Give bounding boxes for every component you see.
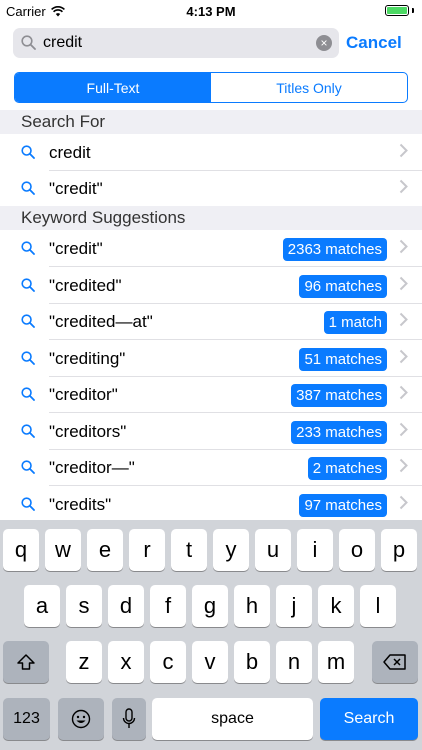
chevron-right-icon [399, 422, 408, 437]
search-for-row[interactable]: "credit" [0, 170, 422, 207]
search-for-label: "credit" [49, 179, 103, 198]
keyboard: q w e r t y u i o p a s d f g h j k l z … [0, 520, 422, 750]
suggestion-row[interactable]: "credited—at" 1 match [0, 303, 422, 340]
chevron-right-icon [399, 495, 408, 510]
suggestion-label: "credit" [49, 239, 103, 258]
suggestion-label: "creditors" [49, 422, 127, 441]
search-icon [21, 351, 35, 365]
search-icon [21, 35, 36, 50]
suggestion-row[interactable]: "credits" 97 matches [0, 486, 422, 523]
search-icon [21, 181, 35, 195]
match-count-badge: 97 matches [299, 494, 387, 517]
chevron-right-icon [399, 179, 408, 194]
chevron-right-icon [399, 349, 408, 364]
key-s[interactable]: s [66, 585, 102, 627]
section-header-search-for: Search For [0, 110, 422, 134]
segment-titles-only[interactable]: Titles Only [211, 73, 407, 102]
suggestion-label: "credited—at" [49, 312, 153, 331]
key-x[interactable]: x [108, 641, 144, 683]
key-l[interactable]: l [360, 585, 396, 627]
key-v[interactable]: v [192, 641, 228, 683]
suggestion-row[interactable]: "creditor—" 2 matches [0, 449, 422, 486]
key-c[interactable]: c [150, 641, 186, 683]
search-icon [21, 424, 35, 438]
emoji-icon [71, 709, 91, 729]
delete-key[interactable] [372, 641, 418, 683]
key-d[interactable]: d [108, 585, 144, 627]
chevron-right-icon [399, 458, 408, 473]
match-count-badge: 96 matches [299, 275, 387, 298]
match-count-badge: 387 matches [291, 384, 387, 407]
search-for-row[interactable]: credit [0, 134, 422, 171]
key-r[interactable]: r [129, 529, 165, 571]
suggestion-label: "crediting" [49, 349, 126, 368]
search-icon [21, 241, 35, 255]
clear-icon[interactable]: × [316, 35, 332, 51]
key-p[interactable]: p [381, 529, 417, 571]
delete-icon [383, 654, 406, 670]
key-h[interactable]: h [234, 585, 270, 627]
battery-icon [385, 5, 414, 16]
search-icon [21, 497, 35, 511]
chevron-right-icon [399, 276, 408, 291]
match-count-badge: 51 matches [299, 348, 387, 371]
shift-icon [17, 654, 35, 670]
suggestion-row[interactable]: "credited" 96 matches [0, 267, 422, 304]
suggestion-row[interactable]: "creditor" 387 matches [0, 376, 422, 413]
key-a[interactable]: a [24, 585, 60, 627]
key-t[interactable]: t [171, 529, 207, 571]
suggestion-label: "creditor" [49, 385, 118, 404]
search-input[interactable]: credit × [13, 28, 339, 58]
status-bar: Carrier 4:13 PM [0, 0, 422, 22]
chevron-right-icon [399, 385, 408, 400]
suggestion-label: "credits" [49, 495, 112, 514]
match-count-badge: 2 matches [307, 457, 387, 480]
suggestion-label: "creditor—" [49, 458, 135, 477]
chevron-right-icon [399, 239, 408, 254]
key-j[interactable]: j [276, 585, 312, 627]
search-key[interactable]: Search [320, 698, 418, 740]
key-m[interactable]: m [318, 641, 354, 683]
key-f[interactable]: f [150, 585, 186, 627]
search-for-label: credit [49, 143, 91, 162]
search-text: credit [43, 34, 83, 51]
key-k[interactable]: k [318, 585, 354, 627]
key-n[interactable]: n [276, 641, 312, 683]
match-count-badge: 233 matches [291, 421, 387, 444]
suggestion-row[interactable]: "creditors" 233 matches [0, 413, 422, 450]
search-icon [21, 314, 35, 328]
dictation-key[interactable] [112, 698, 146, 740]
match-count-badge: 2363 matches [282, 238, 387, 261]
key-q[interactable]: q [3, 529, 39, 571]
space-key[interactable]: space [152, 698, 313, 740]
key-z[interactable]: z [66, 641, 102, 683]
search-scope-segmented-control: Full-Text Titles Only [14, 72, 408, 103]
key-e[interactable]: e [87, 529, 123, 571]
chevron-right-icon [399, 312, 408, 327]
suggestion-row[interactable]: "credit" 2363 matches [0, 230, 422, 267]
status-time: 4:13 PM [186, 4, 236, 19]
suggestion-label: "credited" [49, 276, 122, 295]
search-icon [21, 387, 35, 401]
shift-key[interactable] [3, 641, 49, 683]
search-icon [21, 460, 35, 474]
key-w[interactable]: w [45, 529, 81, 571]
search-icon [21, 278, 35, 292]
chevron-right-icon [399, 143, 408, 158]
segment-full-text[interactable]: Full-Text [15, 73, 211, 102]
key-g[interactable]: g [192, 585, 228, 627]
suggestion-row[interactable]: "crediting" 51 matches [0, 340, 422, 377]
microphone-icon [122, 708, 136, 728]
key-o[interactable]: o [339, 529, 375, 571]
key-i[interactable]: i [297, 529, 333, 571]
key-u[interactable]: u [255, 529, 291, 571]
match-count-badge: 1 match [323, 311, 387, 334]
key-y[interactable]: y [213, 529, 249, 571]
emoji-key[interactable] [58, 698, 104, 740]
numbers-key[interactable]: 123 [3, 698, 50, 740]
search-icon [21, 145, 35, 159]
section-header-keyword-suggestions: Keyword Suggestions [0, 206, 422, 230]
cancel-button[interactable]: Cancel [346, 33, 402, 53]
key-b[interactable]: b [234, 641, 270, 683]
